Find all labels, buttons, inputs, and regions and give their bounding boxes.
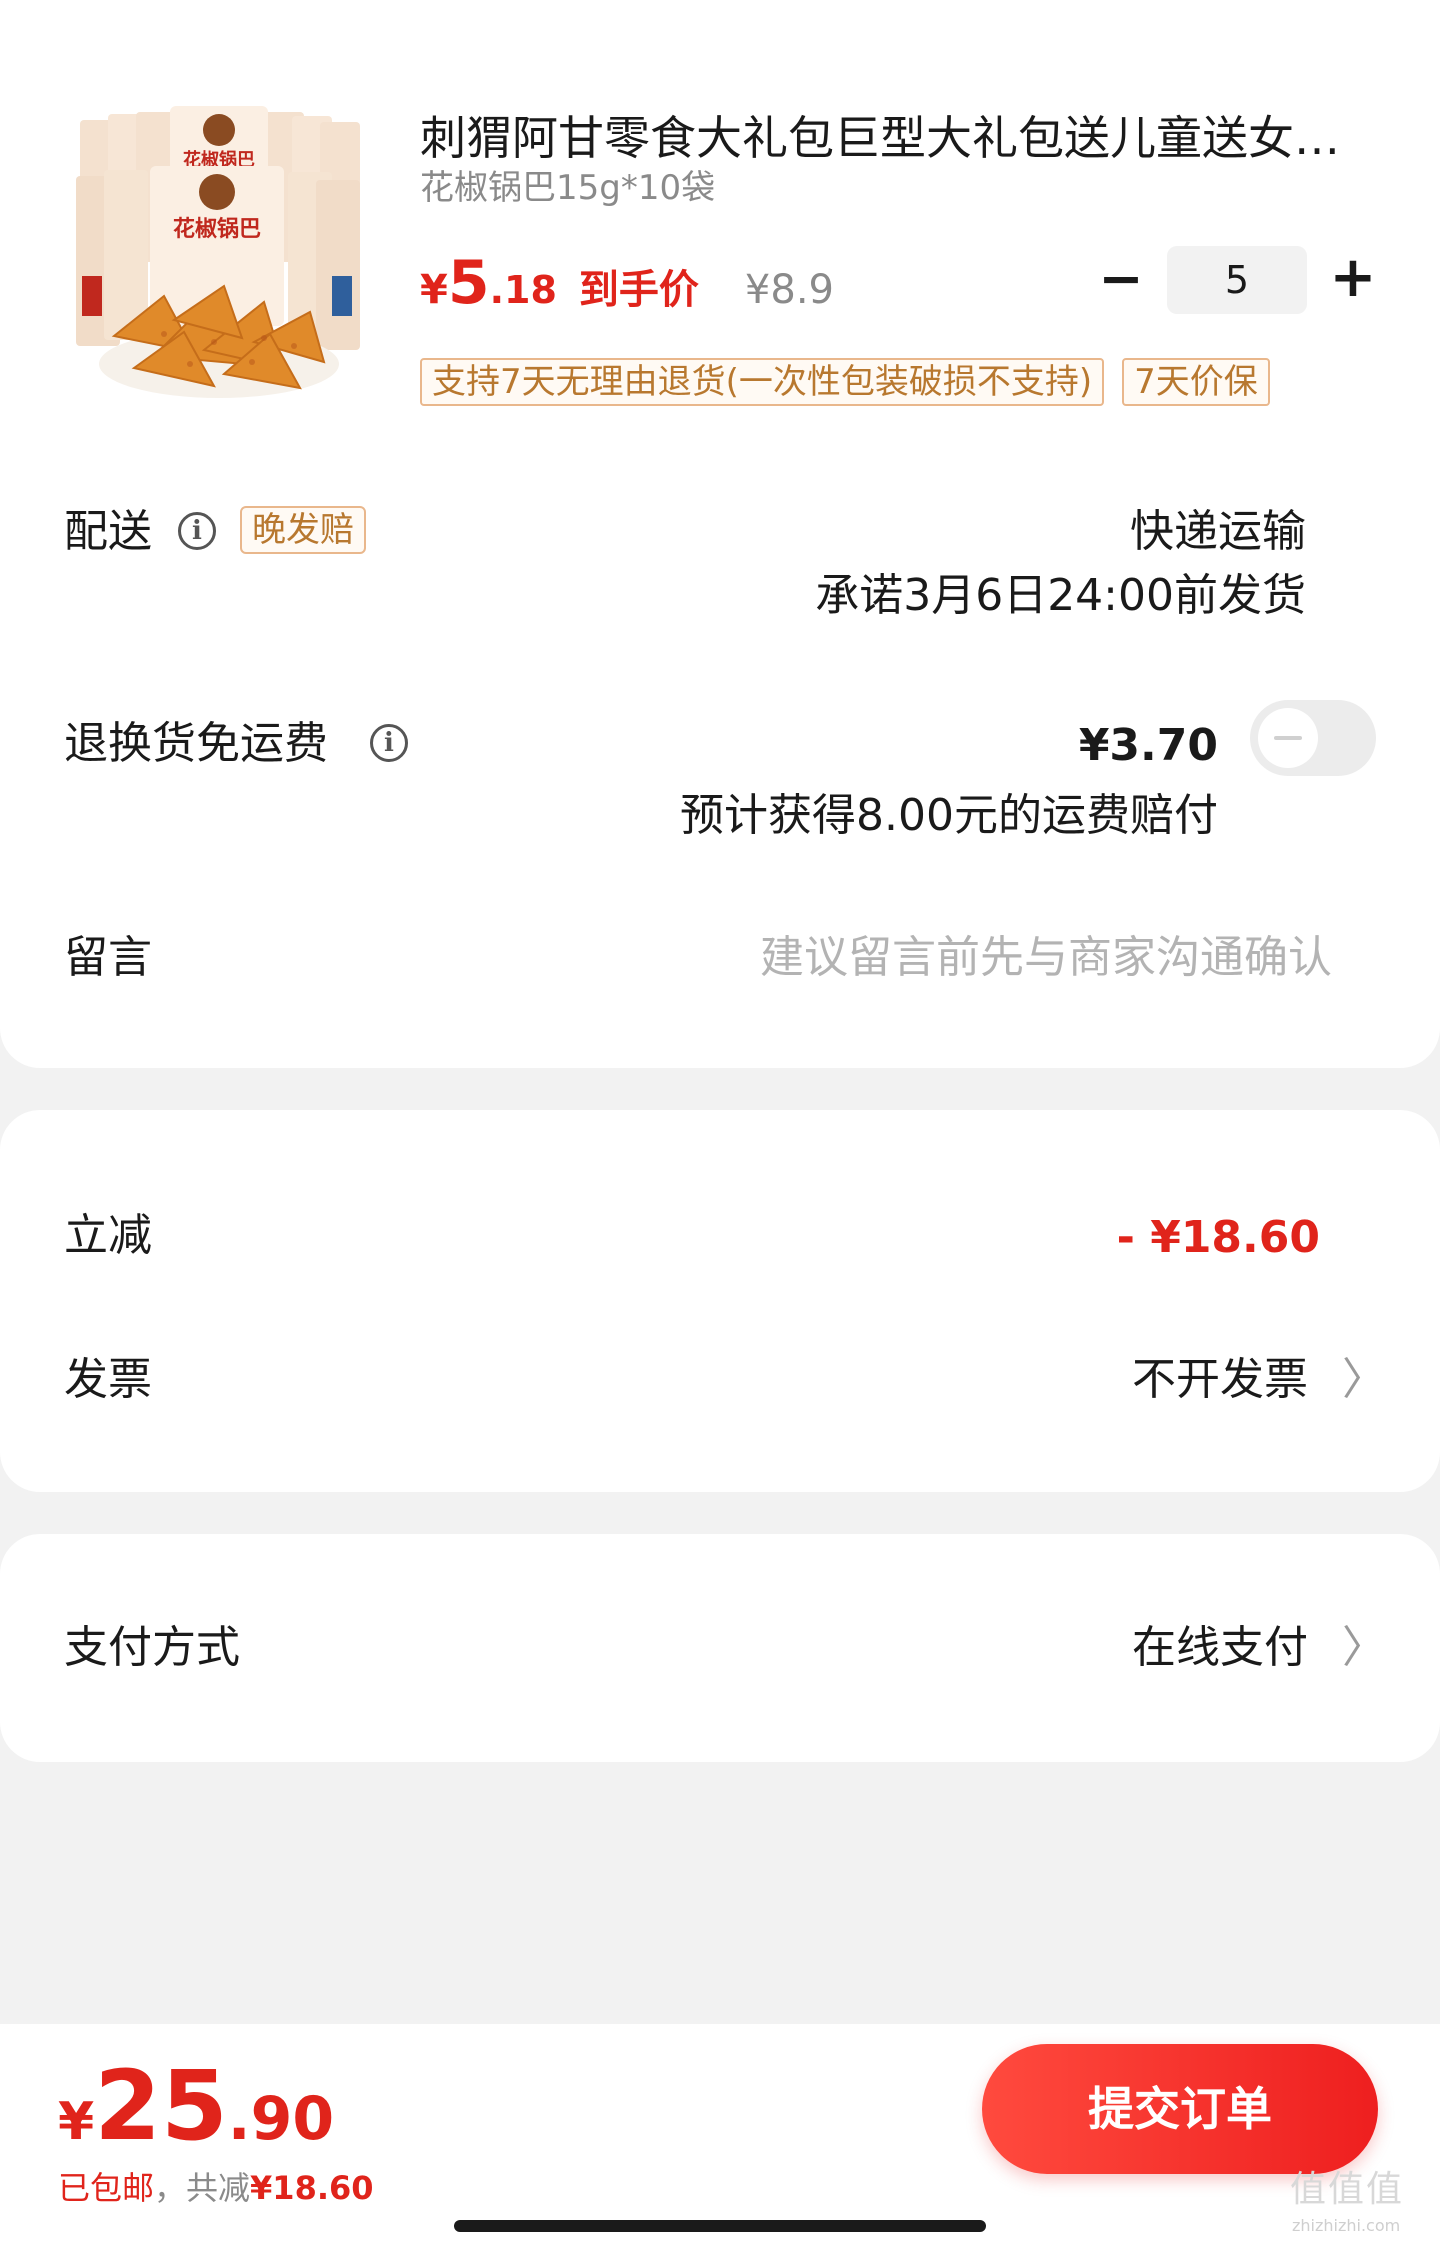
- message-input[interactable]: 建议留言前先与商家沟通确认: [760, 930, 1332, 986]
- payment-value[interactable]: 在线支付: [1132, 1620, 1308, 1676]
- return-shipping-note: 预计获得8.00元的运费赔付: [680, 790, 1218, 841]
- final-price-decimal: .18: [489, 268, 557, 312]
- payment-label[interactable]: 支付方式: [64, 1620, 240, 1676]
- original-price: ¥8.9: [744, 267, 834, 313]
- total-discount-amount: ¥18.60: [250, 2169, 374, 2207]
- quantity-increase-button[interactable]: +: [1328, 246, 1378, 312]
- product-spec[interactable]: 花椒锅巴15g*10袋: [420, 166, 715, 210]
- return-policy-tag: 支持7天无理由退货(一次性包装破损不支持): [420, 358, 1105, 406]
- return-shipping-label: 退换货免运费: [64, 718, 328, 769]
- final-price-symbol: ¥: [420, 267, 448, 313]
- checkout-bar: ¥ 25 .90 已包邮，共减¥18.60 提交订单: [0, 2024, 1440, 2253]
- watermark-logo: 值值值: [1290, 2169, 1405, 2210]
- quantity-input[interactable]: 5: [1167, 246, 1307, 314]
- return-shipping-price: ¥3.70: [1078, 720, 1218, 771]
- watermark-url: zhizhizhi.com: [1292, 2216, 1401, 2235]
- late-compensation-tag: 晚发赔: [240, 506, 366, 554]
- delivery-promise: 承诺3月6日24:00前发货: [815, 570, 1306, 621]
- return-shipping-toggle[interactable]: [1250, 700, 1376, 776]
- discount-invoice-card: 立减 - ¥18.60 发票 不开发票 〉: [0, 1110, 1440, 1492]
- price-protect-tag: 7天价保: [1122, 358, 1270, 406]
- discount-value: - ¥18.60: [1116, 1212, 1320, 1263]
- service-tags: 支持7天无理由退货(一次性包装破损不支持) 7天价保: [420, 358, 1270, 406]
- delivery-info-icon[interactable]: i: [178, 512, 216, 550]
- payment-card: 支付方式 在线支付 〉: [0, 1534, 1440, 1762]
- submit-order-button[interactable]: 提交订单: [982, 2044, 1378, 2174]
- invoice-value[interactable]: 不开发票: [1132, 1352, 1308, 1408]
- final-price-label: 到手价: [578, 267, 699, 313]
- payment-chevron-icon[interactable]: 〉: [1342, 1620, 1386, 1676]
- discount-label: 立减: [64, 1210, 152, 1261]
- final-price-integer: 5: [447, 248, 490, 318]
- total-price: ¥ 25 .90: [58, 2050, 334, 2162]
- home-indicator[interactable]: [454, 2220, 986, 2232]
- price-summary: 已包邮，共减¥18.60: [58, 2166, 374, 2210]
- final-price: ¥ 5 .18: [420, 248, 557, 318]
- return-shipping-info-icon[interactable]: i: [370, 724, 408, 762]
- product-title[interactable]: 刺猬阿甘零食大礼包巨型大礼包送儿童送女…: [420, 110, 1350, 166]
- total-discount-label: ，共减: [154, 2169, 251, 2207]
- invoice-label[interactable]: 发票: [64, 1352, 152, 1408]
- price-row: ¥ 5 .18 到手价 ¥8.9: [420, 248, 834, 328]
- product-image[interactable]: 花椒锅巴 花椒锅巴: [74, 106, 364, 406]
- total-price-symbol: ¥: [58, 2092, 95, 2152]
- free-shipping-text: 已包邮: [58, 2169, 155, 2207]
- delivery-label: 配送: [64, 506, 152, 557]
- svg-text:花椒锅巴: 花椒锅巴: [173, 216, 261, 242]
- order-confirm-page: 花椒锅巴 花椒锅巴 刺猬阿甘零食大礼包巨型大礼包送儿童送女… 花椒锅巴15g*1…: [0, 0, 1440, 2253]
- total-price-decimal: .90: [227, 2084, 335, 2154]
- total-price-integer: 25: [94, 2050, 228, 2162]
- invoice-chevron-icon[interactable]: 〉: [1342, 1352, 1386, 1408]
- message-label: 留言: [64, 932, 152, 983]
- quantity-decrease-button[interactable]: −: [1098, 248, 1144, 314]
- product-card: 花椒锅巴 花椒锅巴 刺猬阿甘零食大礼包巨型大礼包送儿童送女… 花椒锅巴15g*1…: [0, 0, 1440, 1068]
- delivery-method: 快递运输: [1130, 506, 1306, 557]
- toggle-knob: [1258, 708, 1318, 768]
